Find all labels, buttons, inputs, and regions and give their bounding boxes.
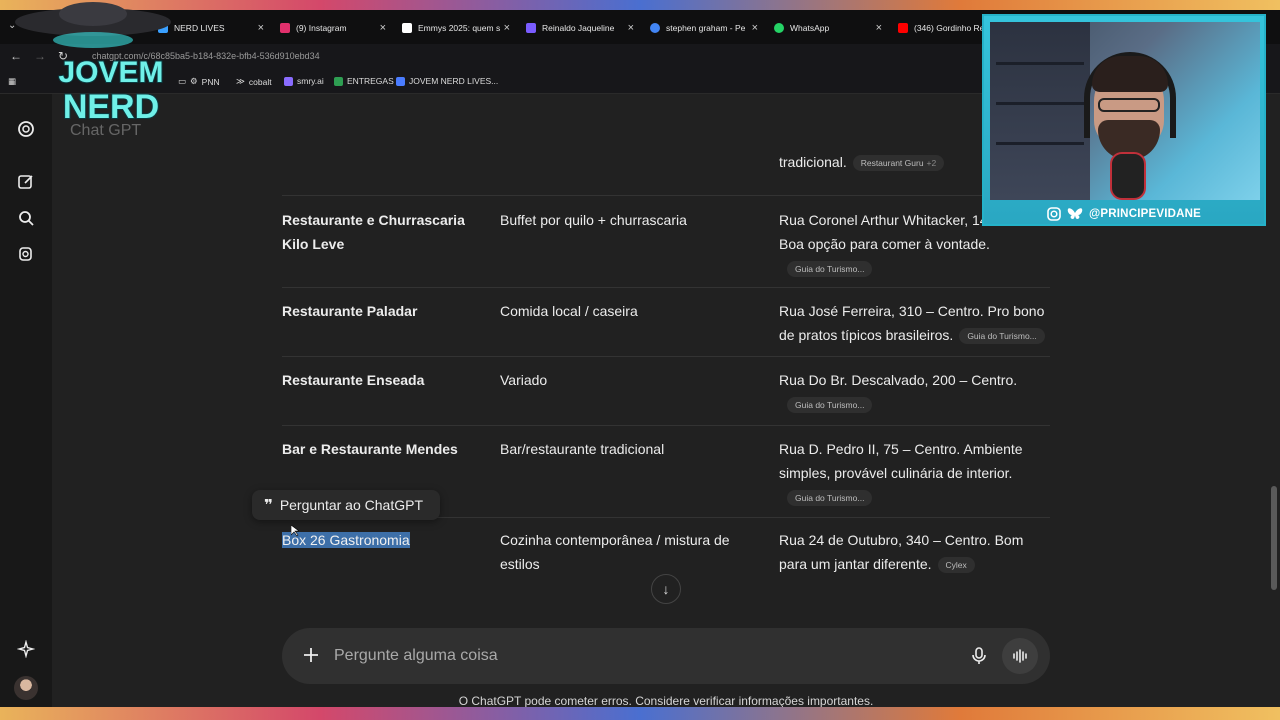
source-chip[interactable]: Guia do Turismo...: [787, 397, 873, 414]
restaurant-name[interactable]: Box 26 Gastronomia: [282, 528, 482, 552]
instagram-icon: [280, 23, 290, 33]
tab-label: (9) Instagram: [296, 23, 347, 33]
streamer-microphone: [1110, 152, 1146, 200]
restaurant-type: Bar/restaurante tradicional: [500, 441, 665, 457]
waveform-icon: [1013, 649, 1027, 663]
source-chip[interactable]: Cylex: [937, 557, 975, 574]
page-icon: [396, 76, 405, 86]
tab-whatsapp[interactable]: WhatsApp ×: [766, 14, 888, 42]
close-tab-icon[interactable]: ×: [504, 22, 510, 34]
user-avatar[interactable]: [14, 676, 38, 700]
close-tab-icon[interactable]: ×: [380, 22, 386, 34]
plus-icon[interactable]: [300, 644, 322, 666]
bookmark-jovem-nerd[interactable]: JOVEM NERD LIVES...: [396, 76, 498, 86]
scrollbar-thumb[interactable]: [1271, 486, 1277, 590]
source-chip[interactable]: Guia do Turismo...: [959, 328, 1045, 345]
tab-stephen-graham[interactable]: stephen graham - Pe ×: [642, 14, 764, 42]
cobalt-icon: ≫: [236, 76, 245, 86]
webcam-video: [990, 22, 1260, 200]
bookmark-cobalt[interactable]: ≫ cobalt: [236, 76, 272, 87]
tab-reinaldo[interactable]: Reinaldo Jaqueline ×: [518, 14, 640, 42]
ask-chatgpt-button[interactable]: ❞ Perguntar ao ChatGPT: [252, 490, 440, 520]
address-cell: Rua D. Pedro II, 75 – Centro. Ambiente s…: [779, 437, 1054, 509]
handle-text: @PRINCIPEVIDANE: [1089, 208, 1201, 220]
restaurant-type: Variado: [500, 372, 548, 388]
prompt-input[interactable]: [334, 642, 934, 670]
selected-text[interactable]: Box 26 Gastronomia: [282, 532, 410, 548]
table-row: Restaurante e Churrascaria Kilo Leve Buf…: [282, 196, 1050, 288]
apps-grid-icon[interactable]: ▦: [8, 76, 16, 87]
restaurant-name: Bar e Restaurante Mendes: [282, 441, 458, 457]
restaurant-name: Restaurante Enseada: [282, 372, 425, 388]
tab-label: NERD LIVES: [174, 23, 225, 33]
microphone-icon[interactable]: [970, 646, 988, 666]
sparkle-icon[interactable]: [15, 638, 37, 660]
forward-arrow-icon[interactable]: →: [34, 49, 46, 63]
bookmark-pnn[interactable]: ▭ ⚙ PNN: [178, 76, 220, 87]
source-chip[interactable]: Restaurant Guru +2: [852, 155, 945, 172]
disclaimer-text: O ChatGPT pode cometer erros. Considere …: [458, 694, 874, 707]
restaurant-name: Restaurante e Churrascaria Kilo Leve: [282, 212, 465, 252]
close-tab-icon[interactable]: ×: [258, 22, 264, 34]
smry-icon: [284, 76, 293, 86]
source-chip[interactable]: Guia do Turismo...: [787, 490, 873, 507]
close-tab-icon[interactable]: ×: [876, 22, 882, 34]
tab-label: stephen graham - Pe: [666, 23, 746, 33]
restaurant-type: Buffet por quilo + churrascaria: [500, 212, 687, 228]
back-arrow-icon[interactable]: ←: [10, 49, 22, 63]
close-tab-icon[interactable]: ×: [628, 22, 634, 34]
tab-label: Emmys 2025: quem s: [418, 23, 501, 33]
gear-icon: ⚙: [190, 76, 198, 86]
close-tab-icon[interactable]: ×: [752, 22, 758, 34]
voice-mode-button[interactable]: [1002, 638, 1038, 674]
library-icon[interactable]: [15, 243, 37, 265]
restaurant-type: Cozinha contemporânea / mistura de estil…: [500, 532, 730, 572]
bookmark-smry[interactable]: smry.ai: [284, 76, 324, 86]
search-icon[interactable]: [15, 207, 37, 229]
restaurant-type: Comida local / caseira: [500, 303, 638, 319]
table-row: Restaurante Enseada Variado Rua Do Br. D…: [282, 357, 1050, 426]
table-row: tradicional. Restaurant Guru +2: [282, 94, 1050, 196]
tab-instagram[interactable]: (9) Instagram ×: [272, 14, 392, 42]
shelf: [990, 22, 1090, 200]
logo-line-2: NERD: [63, 88, 159, 126]
restaurant-name: Restaurante Paladar: [282, 303, 418, 319]
arrow-down-icon: ↓: [662, 581, 670, 597]
tab-label: Reinaldo Jaqueline: [542, 23, 615, 33]
news-icon: [402, 23, 412, 33]
source-chip[interactable]: Guia do Turismo...: [787, 261, 873, 278]
scroll-down-button[interactable]: ↓: [651, 574, 681, 604]
quote-icon: ❞: [264, 497, 273, 514]
ask-chatgpt-label: Perguntar ao ChatGPT: [279, 497, 423, 513]
folder-icon: ▭: [178, 76, 187, 86]
sidebar-rail: [0, 94, 52, 707]
tab-label: (346) Gordinho Reza: [914, 23, 990, 33]
tab-youtube[interactable]: (346) Gordinho Reza: [890, 14, 990, 42]
youtube-icon: [898, 23, 908, 33]
social-handle: @PRINCIPEVIDANE: [984, 204, 1264, 224]
address-cell: Rua 24 de Outubro, 340 – Centro. Bom par…: [779, 532, 1024, 574]
bookmark-entregas[interactable]: ENTREGAS: [334, 76, 394, 86]
address-cell: Rua José Ferreira, 310 – Centro. Pro bon…: [779, 303, 1045, 345]
google-icon: [650, 23, 660, 33]
new-chat-icon[interactable]: [15, 171, 37, 193]
whatsapp-icon: [774, 23, 784, 33]
glasses: [1098, 98, 1160, 112]
jovem-nerd-logo: JOVEM NERD: [52, 42, 170, 130]
table-row: Restaurante Paladar Comida local / casei…: [282, 288, 1050, 357]
composer: [282, 628, 1050, 684]
bluesky-icon: [1067, 208, 1083, 219]
site-icon: [526, 23, 536, 33]
logo-line-1: JOVEM: [58, 56, 163, 89]
openai-logo-icon[interactable]: [15, 118, 37, 140]
hair: [1092, 56, 1168, 92]
tab-label: WhatsApp: [790, 23, 830, 33]
sheets-icon: [334, 76, 343, 86]
tab-emmys[interactable]: Emmys 2025: quem s ×: [394, 14, 516, 42]
mouse-cursor-icon: [291, 525, 299, 537]
instagram-icon: [1047, 207, 1061, 221]
address-cell: Rua Do Br. Descalvado, 200 – Centro. Guia…: [779, 368, 1054, 416]
webcam-overlay: @PRINCIPEVIDANE: [982, 14, 1266, 226]
